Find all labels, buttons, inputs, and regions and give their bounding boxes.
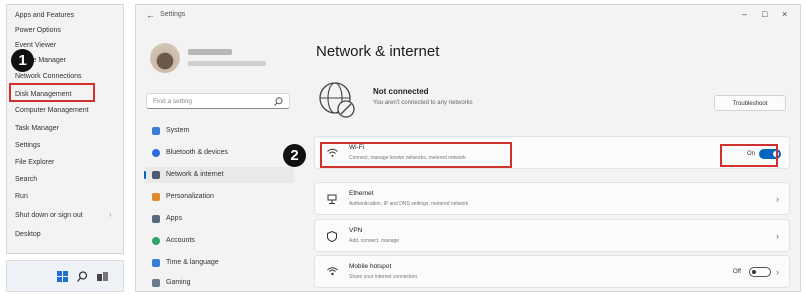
settings-window: ← Settings – □ × Find a setting System B…	[135, 4, 801, 292]
search-icon	[274, 97, 283, 106]
menu-item-task-manager[interactable]: Task Manager	[15, 125, 59, 132]
chevron-right-icon: ›	[776, 231, 779, 241]
highlight-network-connections	[9, 83, 95, 102]
maximize-button[interactable]: □	[762, 9, 767, 19]
network-icon	[152, 171, 160, 179]
menu-item-search[interactable]: Search	[15, 176, 37, 183]
settings-search-input[interactable]: Find a setting	[146, 93, 290, 109]
brush-icon	[152, 193, 160, 201]
menu-item-network-connections[interactable]: Network Connections	[15, 73, 82, 80]
vpn-icon	[327, 230, 337, 245]
apps-icon	[152, 215, 160, 223]
avatar[interactable]	[150, 43, 180, 73]
menu-item-event-viewer[interactable]: Event Viewer	[15, 42, 56, 49]
sidebar-item-gaming[interactable]: Gaming	[144, 275, 294, 291]
sidebar-item-personalization[interactable]: Personalization	[144, 189, 294, 205]
close-button[interactable]: ×	[782, 9, 787, 19]
user-email-redacted	[188, 61, 266, 66]
step-1-badge: 1	[11, 49, 34, 72]
highlight-wifi-toggle	[720, 144, 778, 167]
taskbar	[6, 260, 124, 292]
user-name-redacted	[188, 49, 232, 55]
highlight-wifi	[320, 142, 512, 168]
accounts-icon	[152, 237, 160, 245]
menu-item-power-options[interactable]: Power Options	[15, 27, 61, 34]
sidebar-item-label: Bluetooth & devices	[166, 149, 228, 156]
sidebar-item-label: Accounts	[166, 237, 195, 244]
gamepad-icon	[152, 279, 160, 287]
task-view-icon[interactable]	[97, 271, 108, 282]
mobile-hotspot-icon	[327, 267, 338, 280]
ethernet-title: Ethernet	[349, 190, 374, 197]
menu-item-computer-management[interactable]: Computer Management	[15, 107, 89, 114]
winx-menu: Apps and Features Power Options Event Vi…	[6, 4, 124, 254]
sidebar-item-apps[interactable]: Apps	[144, 211, 294, 227]
sidebar-item-label: Apps	[166, 215, 182, 222]
minimize-button[interactable]: –	[742, 9, 747, 19]
menu-item-run[interactable]: Run	[15, 193, 28, 200]
chevron-right-icon: ›	[776, 267, 779, 277]
ethernet-card[interactable]: Ethernet Authentication, IP and DNS sett…	[314, 182, 790, 215]
search-icon[interactable]	[77, 271, 88, 282]
mobile-hotspot-title: Mobile hotspot	[349, 263, 392, 270]
page-title: Network & internet	[316, 43, 440, 60]
troubleshoot-button[interactable]: Troubleshoot	[714, 95, 786, 111]
menu-item-desktop[interactable]: Desktop	[15, 231, 41, 238]
sidebar-item-network[interactable]: Network & internet	[144, 167, 294, 183]
vpn-title: VPN	[349, 227, 363, 234]
title-bar: ← Settings – □ ×	[136, 5, 800, 27]
windows-start-icon[interactable]	[57, 271, 68, 282]
ethernet-subtitle: Authentication, IP and DNS settings, met…	[349, 201, 469, 207]
clock-icon	[152, 259, 160, 267]
menu-item-file-explorer[interactable]: File Explorer	[15, 159, 54, 166]
menu-item-shut-down[interactable]: Shut down or sign out	[15, 212, 111, 219]
sidebar-item-accounts[interactable]: Accounts	[144, 233, 294, 249]
system-icon	[152, 127, 160, 135]
step-2-badge: 2	[283, 144, 306, 167]
sidebar-item-time-language[interactable]: Time & language	[144, 255, 294, 271]
globe-no-connection-icon	[319, 82, 355, 118]
vpn-subtitle: Add, connect, manage	[349, 238, 400, 244]
sidebar-item-system[interactable]: System	[144, 123, 294, 139]
menu-item-settings[interactable]: Settings	[15, 142, 40, 149]
search-placeholder: Find a setting	[153, 98, 193, 105]
ethernet-icon	[327, 194, 337, 207]
sidebar-item-label: Personalization	[166, 193, 214, 200]
sidebar-item-label: System	[166, 127, 190, 134]
menu-item-apps-features[interactable]: Apps and Features	[15, 12, 74, 19]
mobile-hotspot-card[interactable]: Mobile hotspot Share your internet conne…	[314, 255, 790, 288]
sidebar-item-label: Gaming	[166, 279, 191, 286]
connection-status-subtitle: You aren't connected to any networks	[373, 100, 473, 106]
vpn-card[interactable]: VPN Add, connect, manage ›	[314, 219, 790, 252]
back-arrow-icon[interactable]: ←	[146, 10, 155, 20]
active-indicator	[144, 171, 146, 179]
sidebar-item-label: Network & internet	[166, 171, 224, 178]
mobile-hotspot-subtitle: Share your internet connection	[349, 274, 418, 280]
connection-status-title: Not connected	[373, 87, 429, 96]
hotspot-toggle-label: Off	[733, 269, 741, 275]
bluetooth-icon	[152, 149, 160, 157]
sidebar-item-label: Time & language	[166, 259, 219, 266]
sidebar-item-bluetooth[interactable]: Bluetooth & devices	[144, 145, 294, 161]
hotspot-toggle[interactable]	[749, 267, 771, 277]
chevron-right-icon: ›	[776, 194, 779, 204]
window-title: Settings	[160, 11, 186, 18]
